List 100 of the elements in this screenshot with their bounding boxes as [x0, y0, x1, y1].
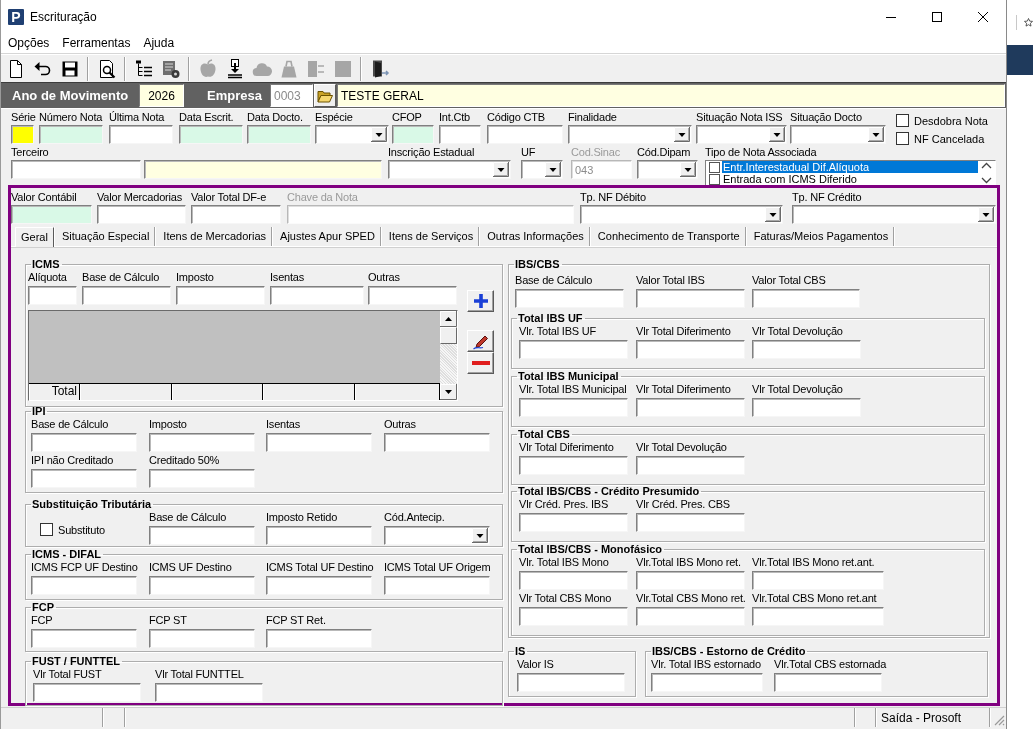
text-field[interactable] [266, 576, 372, 595]
text-field[interactable] [179, 125, 243, 144]
text-field[interactable] [752, 340, 861, 359]
menu-item[interactable]: Opções [8, 36, 50, 50]
dropdown-arrow-icon[interactable] [674, 127, 690, 142]
checkbox[interactable] [709, 173, 720, 185]
list-item[interactable]: Entr.Interestadual Dif.Alíquota [722, 161, 978, 173]
dropdown-arrow-icon[interactable] [868, 127, 884, 142]
combo-box[interactable] [315, 125, 389, 144]
remove-button[interactable] [467, 352, 494, 374]
text-field[interactable] [515, 289, 624, 308]
text-field[interactable] [636, 571, 745, 590]
text-field[interactable] [519, 456, 628, 475]
text-field[interactable] [439, 125, 481, 144]
text-field[interactable] [266, 526, 372, 545]
dropdown-arrow-icon[interactable] [472, 528, 488, 543]
document-gear-icon[interactable] [160, 58, 181, 79]
combo-box[interactable] [637, 160, 698, 179]
text-field[interactable] [368, 286, 457, 305]
star-icon[interactable] [1024, 18, 1033, 27]
checkbox[interactable] [896, 132, 909, 145]
combo-box[interactable] [521, 160, 563, 179]
menu-item[interactable]: Ajuda [143, 36, 175, 50]
text-field[interactable] [33, 683, 141, 702]
dropdown-arrow-icon[interactable] [978, 207, 994, 222]
chevron-down-icon[interactable] [981, 177, 992, 184]
tree-list-icon[interactable] [133, 58, 154, 79]
tab[interactable]: Itens de Serviços [383, 227, 480, 246]
add-button[interactable] [467, 290, 494, 312]
combo-box[interactable] [696, 125, 787, 144]
tab[interactable]: Faturas/Meios Pagamentos [748, 227, 895, 246]
text-field[interactable] [651, 673, 763, 692]
text-field[interactable] [774, 673, 882, 692]
dropdown-arrow-icon[interactable] [765, 207, 781, 222]
text-field[interactable]: 2026 [139, 84, 184, 107]
checkbox[interactable] [40, 523, 53, 536]
close-icon[interactable] [978, 11, 988, 22]
text-field[interactable] [384, 433, 490, 452]
edit-button[interactable] [467, 330, 494, 352]
tab[interactable]: Itens de Mercadorias [158, 227, 273, 246]
text-field[interactable] [636, 398, 745, 417]
text-field[interactable] [636, 289, 745, 308]
text-field[interactable] [752, 289, 860, 308]
tab[interactable]: Geral [15, 227, 54, 247]
menu-item[interactable]: Ferramentas [62, 36, 131, 50]
text-field[interactable] [266, 629, 372, 648]
text-field[interactable] [487, 125, 563, 144]
text-field[interactable] [149, 469, 255, 488]
dropdown-arrow-icon[interactable] [371, 127, 387, 142]
text-field[interactable] [109, 125, 173, 144]
combo-box[interactable] [388, 160, 511, 179]
text-field[interactable] [149, 576, 255, 595]
text-field[interactable] [247, 125, 311, 144]
checkbox[interactable] [709, 161, 720, 173]
tab[interactable]: Conhecimento de Transporte [592, 227, 746, 246]
folder-button[interactable] [314, 84, 336, 107]
text-field[interactable] [519, 607, 628, 626]
combo-box[interactable] [792, 205, 996, 224]
text-field[interactable] [752, 607, 884, 626]
text-field[interactable] [31, 433, 137, 452]
text-field[interactable] [519, 513, 628, 532]
text-field[interactable] [519, 340, 628, 359]
text-field[interactable] [266, 433, 372, 452]
text-field[interactable] [149, 526, 255, 545]
text-field[interactable] [11, 125, 34, 144]
text-field[interactable] [31, 629, 137, 648]
combo-box[interactable] [580, 205, 783, 224]
tab[interactable]: Ajustes Apur SPED [275, 227, 381, 246]
dropdown-arrow-icon[interactable] [769, 127, 785, 142]
list-item[interactable]: Entrada com ICMS Diferido [722, 173, 978, 185]
text-field[interactable] [28, 286, 77, 305]
chevron-up-icon[interactable] [981, 162, 992, 169]
text-field[interactable] [82, 286, 171, 305]
text-field[interactable] [39, 125, 103, 144]
text-field[interactable] [149, 629, 255, 648]
maximize-icon[interactable] [932, 11, 942, 22]
tab[interactable]: Outras Informações [482, 227, 590, 246]
text-field[interactable] [392, 125, 434, 144]
text-field[interactable] [11, 160, 141, 179]
text-field[interactable] [752, 571, 884, 590]
text-field[interactable] [191, 205, 281, 224]
combo-box[interactable] [384, 526, 490, 545]
scroll-up-icon[interactable] [440, 311, 457, 327]
tab[interactable]: Situação Especial [56, 227, 156, 246]
text-field[interactable] [31, 576, 137, 595]
text-field[interactable] [519, 571, 628, 590]
scrollbar[interactable] [440, 311, 457, 400]
dropdown-arrow-icon[interactable] [545, 162, 561, 177]
resize-grip-icon[interactable] [994, 715, 1005, 726]
combo-box[interactable] [568, 125, 692, 144]
checkbox[interactable] [896, 114, 909, 127]
dropdown-arrow-icon[interactable] [680, 162, 696, 177]
text-field[interactable] [144, 160, 382, 179]
text-field[interactable] [384, 576, 490, 595]
text-field[interactable] [149, 433, 255, 452]
text-field[interactable] [752, 398, 861, 417]
text-field[interactable] [11, 205, 92, 224]
text-field[interactable] [517, 673, 625, 692]
text-field[interactable] [176, 286, 265, 305]
combo-box[interactable] [790, 125, 886, 144]
